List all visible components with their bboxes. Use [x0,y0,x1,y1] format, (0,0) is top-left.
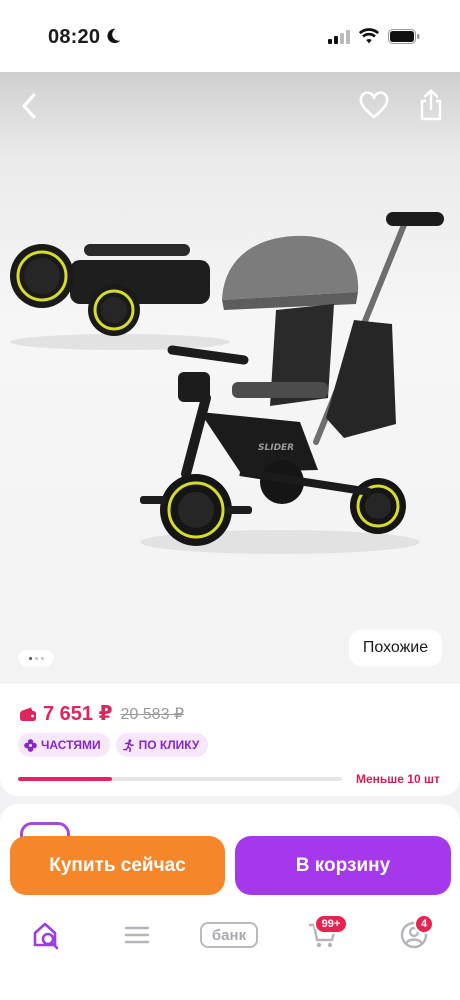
add-to-cart-button[interactable]: В корзину [235,836,451,895]
buy-now-button[interactable]: Купить сейчас [10,836,225,895]
back-icon[interactable] [16,90,44,122]
signal-icon [328,30,350,44]
home-search-icon [33,922,59,950]
moon-icon [107,28,121,44]
one-click-label: ПО КЛИКУ [138,738,200,752]
price-card: 7 651 ₽ 20 583 ₽ ЧАСТЯМИ ПО КЛИКУ Меньше… [0,684,460,796]
payment-badges: ЧАСТЯМИ ПО КЛИКУ [18,733,209,757]
gallery-pagination [18,650,54,666]
price-row: 7 651 ₽ 20 583 ₽ [19,701,184,726]
folded-trike-illustration [10,244,230,350]
bank-label: банк [200,922,258,948]
tab-home[interactable] [30,918,62,952]
tab-bank[interactable]: банк [200,918,258,952]
wifi-icon [358,28,380,44]
heart-icon[interactable] [358,90,390,122]
installments-badge[interactable]: ЧАСТЯМИ [18,733,110,757]
product-gallery[interactable]: SLIDER Похожие [0,72,460,684]
gallery-dot [40,656,44,660]
bottom-nav: банк 99+ 4 [0,904,460,1000]
stock-progress-bar [18,777,342,781]
status-time: 08:20 [48,26,101,48]
menu-icon [124,926,150,944]
gallery-dot [28,656,32,660]
product-photo: SLIDER [10,212,444,554]
cart-count-badge: 99+ [314,914,348,934]
svg-text:SLIDER: SLIDER [258,443,294,453]
wallet-icon [20,707,36,721]
profile-notification-badge: 4 [414,914,434,934]
gallery-dot [34,656,38,660]
stock-text: Меньше 10 шт [356,772,440,786]
stock-progress-fill [18,777,112,781]
share-icon[interactable] [416,88,446,122]
current-price: 7 651 ₽ [43,703,113,725]
one-click-badge[interactable]: ПО КЛИКУ [115,733,209,757]
status-bar: 08:20 [0,0,460,72]
old-price: 20 583 ₽ [120,705,185,723]
tab-catalog[interactable] [122,918,152,952]
similar-button[interactable]: Похожие [349,630,442,666]
flower-icon [24,738,37,752]
running-man-icon [122,738,134,752]
battery-icon [388,29,420,44]
installments-label: ЧАСТЯМИ [41,738,101,752]
